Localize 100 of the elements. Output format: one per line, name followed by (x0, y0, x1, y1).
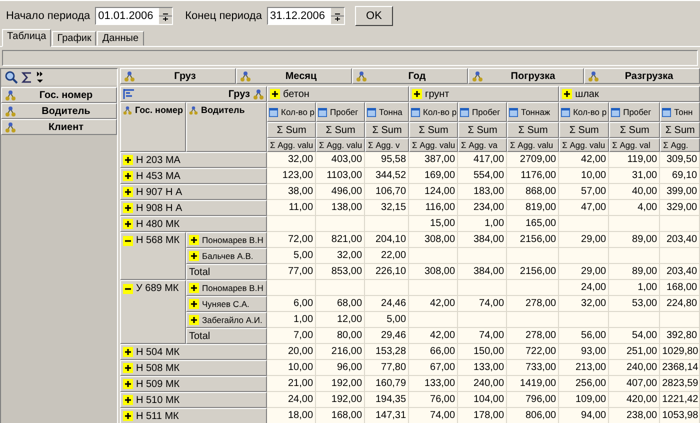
column-field-button[interactable]: Месяц (236, 68, 352, 84)
value-cell: 868,00 (507, 184, 560, 200)
value-cell: 178,00 (458, 408, 508, 423)
value-cell (660, 248, 700, 264)
value-cell: 21,00 (267, 376, 316, 392)
value-cell: 168,00 (316, 408, 366, 423)
plus-icon[interactable] (123, 203, 133, 213)
value-cell: 216,00 (316, 344, 366, 360)
window-icon (411, 108, 420, 116)
value-cell: 192,00 (316, 376, 366, 392)
window-icon (509, 108, 518, 116)
minus-icon[interactable] (123, 236, 133, 246)
value-cell: 168,00 (660, 280, 700, 296)
value-cell (365, 280, 410, 296)
total-cell: 56,00 (559, 328, 610, 344)
sigma-icon[interactable] (21, 70, 33, 84)
value-cell: 67,00 (409, 360, 458, 376)
value-cell: 6,00 (267, 296, 316, 312)
plate-number: Н 504 МК (136, 346, 180, 358)
sum-header: Σ Sum (409, 122, 458, 138)
value-cell: 384,00 (458, 232, 508, 248)
plus-icon[interactable] (123, 171, 133, 181)
value-cell: 387,00 (409, 152, 458, 168)
plus-icon[interactable] (189, 251, 199, 261)
plate-number: Н 907 Н А (136, 186, 182, 198)
plus-icon[interactable] (412, 89, 422, 99)
plus-icon[interactable] (123, 347, 133, 357)
measure-header: Пробег (623, 107, 652, 117)
value-cell (660, 216, 700, 232)
value-cell: 109,00 (559, 392, 610, 408)
value-cell: 40,00 (609, 184, 660, 200)
column-field-button[interactable]: Погрузка (468, 68, 584, 84)
value-cell: 806,00 (507, 408, 560, 423)
value-cell: 722,00 (507, 344, 560, 360)
plus-icon[interactable] (189, 315, 199, 325)
column-field-button[interactable]: Разгрузка (584, 68, 700, 84)
value-cell (409, 280, 458, 296)
value-cell: 1,00 (609, 280, 660, 296)
minus-icon[interactable] (123, 284, 133, 294)
end-date-field[interactable]: 31.12.2006 (266, 6, 345, 24)
total-cell: 77,00 (267, 264, 316, 280)
row-field-button[interactable]: Водитель (1, 103, 117, 119)
sum-header: Σ Sum (365, 122, 410, 138)
spinner-icon[interactable] (159, 8, 172, 24)
total-label: Total (186, 264, 268, 280)
value-cell (559, 216, 610, 232)
tab[interactable]: Таблица (2, 29, 52, 47)
window-icon (367, 108, 376, 116)
value-cell: 133,00 (458, 360, 508, 376)
start-date-field[interactable]: 01.01.2006 (95, 6, 174, 24)
list-icon[interactable] (123, 88, 135, 100)
value-cell: 183,00 (458, 184, 508, 200)
value-cell: 24,00 (559, 280, 610, 296)
value-cell: 1029,80 (660, 344, 700, 360)
tab[interactable]: График (52, 31, 96, 46)
value-cell: 32,00 (316, 248, 366, 264)
measure-header: Пробег (472, 107, 500, 117)
spinner-icon[interactable] (330, 8, 344, 24)
plus-icon[interactable] (562, 89, 572, 99)
value-cell (559, 312, 610, 328)
plate-number: Н 509 МК (136, 378, 180, 390)
hierarchy-icon (588, 70, 599, 82)
plus-icon[interactable] (189, 235, 199, 245)
value-cell: 554,00 (458, 168, 508, 184)
value-cell: 5,00 (365, 312, 410, 328)
plus-icon[interactable] (189, 299, 199, 309)
plus-icon[interactable] (123, 411, 133, 421)
plus-icon[interactable] (123, 187, 133, 197)
plus-icon[interactable] (270, 89, 280, 99)
row-field-button[interactable]: Гос. номер (1, 87, 117, 103)
value-cell: 344,52 (365, 168, 410, 184)
row-field-button[interactable]: Клиент (1, 119, 117, 135)
value-cell: 153,28 (365, 344, 410, 360)
value-cell: 95,58 (365, 152, 410, 168)
value-cell: 165,00 (507, 216, 560, 232)
plus-icon[interactable] (123, 363, 133, 373)
plus-icon[interactable] (123, 155, 133, 165)
column-field-button[interactable]: Груз (120, 68, 236, 84)
measure-header: Тоннаж (521, 107, 550, 117)
column-field-button[interactable]: Год (352, 68, 468, 84)
value-cell: 116,00 (409, 200, 458, 216)
total-cell: 29,00 (559, 264, 610, 280)
total-cell: 74,00 (458, 328, 508, 344)
value-cell: 733,00 (507, 360, 560, 376)
plus-icon[interactable] (123, 395, 133, 405)
sum-header: Σ Sum (267, 122, 316, 138)
total-cell: 203,40 (660, 264, 700, 280)
ok-button[interactable]: OK (354, 6, 393, 26)
value-cell (609, 312, 660, 328)
hierarchy-icon (5, 106, 16, 116)
magnifier-icon[interactable] (4, 70, 18, 84)
plus-icon[interactable] (189, 283, 199, 293)
value-cell (609, 248, 660, 264)
chevron-icon[interactable] (36, 71, 44, 83)
tab[interactable]: Данные (97, 31, 144, 46)
plus-icon[interactable] (123, 379, 133, 389)
sum-header: Σ Sum (559, 122, 610, 138)
value-cell (660, 312, 700, 328)
value-cell: 417,00 (458, 152, 508, 168)
plus-icon[interactable] (123, 219, 133, 229)
